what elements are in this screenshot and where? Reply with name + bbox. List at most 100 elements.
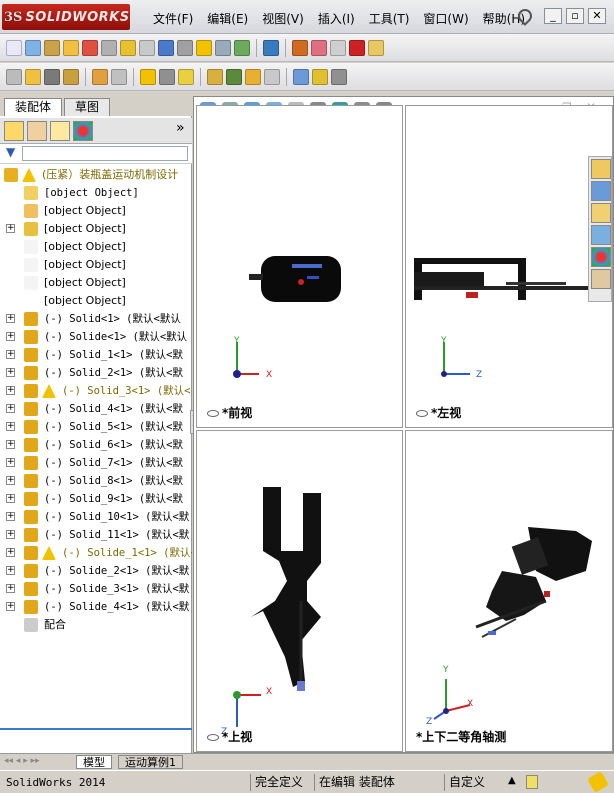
expand-toggle-icon[interactable]: + [6, 476, 15, 485]
interference-icon[interactable] [293, 68, 309, 85]
render-icon[interactable] [368, 39, 384, 56]
tree-part[interactable]: + (-) Solide_3<1> (默认<默 [0, 580, 192, 598]
tree-root-assembly[interactable]: (压紧）装瓶盖运动机制设计 [0, 166, 192, 184]
property-manager-icon[interactable] [27, 121, 47, 141]
expand-toggle-icon[interactable]: + [6, 368, 15, 377]
insert-component-icon[interactable] [6, 68, 22, 85]
tree-part[interactable]: + (-) Solid_11<1> (默认<默 [0, 526, 192, 544]
appearances-icon[interactable] [591, 247, 611, 267]
expand-toggle-icon[interactable]: + [6, 584, 15, 593]
warning-icon[interactable] [196, 39, 212, 56]
expand-toggle-icon[interactable]: + [6, 566, 15, 575]
menu-insert[interactable]: 插入(I) [311, 10, 362, 28]
expand-toggle-icon[interactable]: + [6, 350, 15, 359]
mate-icon[interactable] [44, 68, 60, 85]
equations-icon[interactable] [158, 39, 174, 56]
import-diagnostics-icon[interactable] [120, 39, 136, 56]
tree-item-history[interactable]: [object Object] [0, 184, 192, 202]
tree-part[interactable]: + (-) Solid_10<1> (默认<默 [0, 508, 192, 526]
expand-toggle-icon[interactable]: + [6, 548, 15, 557]
expand-toggle-icon[interactable]: + [6, 314, 15, 323]
tree-part[interactable]: + (-) Solid_3<1> (默认< [0, 382, 192, 400]
options-icon[interactable] [330, 39, 346, 56]
tree-item-mates[interactable]: 配合 [0, 616, 192, 634]
tree-item-plane[interactable]: [object Object] [0, 256, 192, 274]
viewport-front[interactable]: Y X *前视 [196, 105, 403, 428]
deviation-analysis-icon[interactable] [139, 39, 155, 56]
instant-3d-icon[interactable] [331, 68, 347, 85]
hole-series-icon[interactable] [263, 39, 279, 56]
tab-scroll-arrows[interactable]: ◂◂ ◂ ▸ ▸▸ [4, 756, 40, 766]
home-icon[interactable] [591, 159, 611, 179]
geometry-analysis-icon[interactable] [101, 39, 117, 56]
expand-toggle-icon[interactable]: + [6, 494, 15, 503]
tree-part[interactable]: + (-) Solid_7<1> (默认<默 [0, 454, 192, 472]
feature-manager-icon[interactable] [4, 121, 24, 141]
menu-file[interactable]: 文件(F) [146, 10, 200, 28]
expand-toggle-icon[interactable]: + [6, 404, 15, 413]
spell-check-icon[interactable] [6, 39, 22, 56]
units-dropdown-icon[interactable]: ▲ [508, 775, 516, 786]
interference-detection-icon[interactable] [234, 39, 250, 56]
configuration-manager-icon[interactable] [50, 121, 70, 141]
exploded-view-icon[interactable] [245, 68, 261, 85]
check-icon[interactable] [82, 39, 98, 56]
viewport-left[interactable]: Y Z *左视 [405, 105, 613, 428]
expand-toggle-icon[interactable]: + [6, 440, 15, 449]
linear-pattern-icon[interactable] [63, 68, 79, 85]
bill-of-materials-icon[interactable] [226, 68, 242, 85]
tree-part[interactable]: + (-) Solid_9<1> (默认<默 [0, 490, 192, 508]
view-palette-icon[interactable] [591, 225, 611, 245]
explode-line-sketch-icon[interactable] [264, 68, 280, 85]
tab-model[interactable]: 模型 [76, 755, 112, 769]
tab-sketch[interactable]: 草图 [64, 98, 111, 116]
menu-tools[interactable]: 工具(T) [362, 10, 417, 28]
tab-motion-study[interactable]: 运动算例1 [118, 755, 183, 769]
tree-part[interactable]: + (-) Solid_1<1> (默认<默 [0, 346, 192, 364]
expand-chevron-icon[interactable]: » [176, 120, 185, 136]
filter-icon[interactable]: ▼ [6, 145, 15, 159]
expand-toggle-icon[interactable]: + [6, 332, 15, 341]
measure-icon[interactable] [25, 39, 41, 56]
tree-part[interactable]: + (-) Solide<1> (默认<默认 [0, 328, 192, 346]
color-icon[interactable] [349, 39, 365, 56]
move-component-icon[interactable] [111, 68, 127, 85]
expand-toggle-icon[interactable]: + [6, 512, 15, 521]
tree-part[interactable]: + (-) Solide_2<1> (默认<默 [0, 562, 192, 580]
tree-item-origin[interactable]: [object Object] [0, 292, 192, 310]
close-button[interactable]: ✕ [588, 8, 606, 24]
tree-item-sensor[interactable]: [object Object] [0, 202, 192, 220]
expand-toggle-icon[interactable]: + [6, 422, 15, 431]
expand-toggle-icon[interactable]: + [6, 386, 15, 395]
draft-analysis-icon[interactable] [177, 39, 193, 56]
tree-part[interactable]: + (-) Solid_2<1> (默认<默 [0, 364, 192, 382]
restore-button[interactable]: ▫ [566, 8, 584, 24]
expand-toggle-icon[interactable]: + [6, 530, 15, 539]
file-explorer-icon[interactable] [591, 203, 611, 223]
menu-edit[interactable]: 编辑(E) [200, 10, 255, 28]
assembly-features-icon[interactable] [159, 68, 175, 85]
display-manager-icon[interactable] [73, 121, 93, 141]
tree-item-annotation[interactable]: + [object Object] [0, 220, 192, 238]
show-hidden-icon[interactable] [140, 68, 156, 85]
tree-item-plane[interactable]: [object Object] [0, 274, 192, 292]
new-motion-study-icon[interactable] [207, 68, 223, 85]
tab-assembly[interactable]: 装配体 [4, 98, 63, 116]
tree-part[interactable]: + (-) Solid_5<1> (默认<默 [0, 418, 192, 436]
reference-geometry-icon[interactable] [178, 68, 194, 85]
expand-toggle-icon[interactable]: + [6, 602, 15, 611]
component-icon[interactable] [292, 39, 308, 56]
tree-part[interactable]: + (-) Solide_4<1> (默认<默 [0, 598, 192, 616]
tree-part[interactable]: + (-) Solid_8<1> (默认<默 [0, 472, 192, 490]
expand-toggle-icon[interactable]: + [6, 458, 15, 467]
viewport-isometric[interactable]: Y X Z *上下二等角轴测 [405, 430, 613, 752]
section-properties-icon[interactable] [63, 39, 79, 56]
tree-part[interactable]: + (-) Solid<1> (默认<默认 [0, 310, 192, 328]
status-units[interactable]: 自定义 [444, 774, 506, 791]
help-icon[interactable] [587, 771, 609, 793]
mass-properties-icon[interactable] [44, 39, 60, 56]
menu-window[interactable]: 窗口(W) [416, 10, 475, 28]
viewport-top[interactable]: X Z *上视 [196, 430, 403, 752]
filter-input[interactable] [22, 146, 188, 161]
smart-fasteners-icon[interactable] [92, 68, 108, 85]
